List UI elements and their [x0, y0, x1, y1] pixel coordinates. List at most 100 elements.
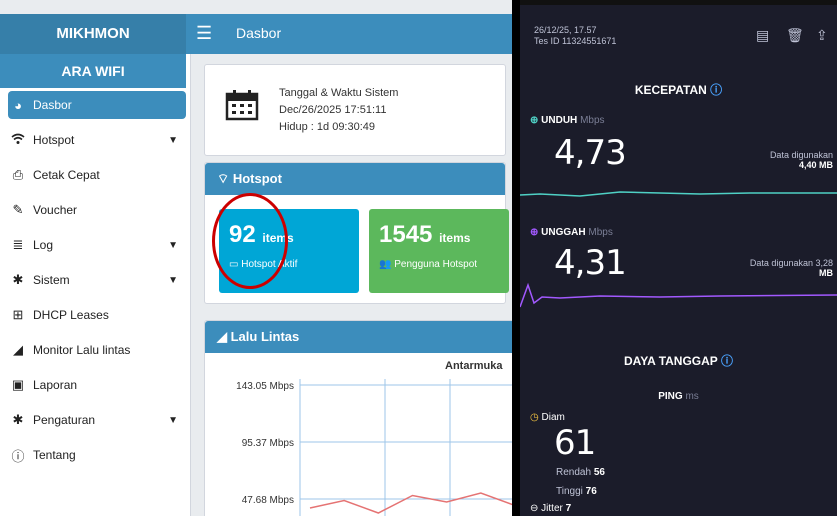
jitter-label: Jitter: [541, 503, 563, 514]
ssid-label: ARA WIFI: [0, 54, 186, 88]
network-icon: ⊞: [12, 307, 24, 322]
share-icon[interactable]: ⇪: [816, 27, 828, 44]
ping-jitter: ⊖ Jitter 7: [530, 503, 571, 514]
info-icon[interactable]: ⓘ: [721, 354, 733, 368]
download-value: 4,73: [554, 133, 627, 173]
download-label: ⊕ UNDUH Mbps: [530, 115, 605, 126]
clock-icon: ◷: [530, 412, 542, 423]
traffic-card: ◢ Lalu Lintas Antarmuka 143.05 Mbps 95.37 …: [204, 320, 512, 516]
wifi-icon: [8, 133, 28, 148]
jitter-icon: ⊖: [530, 503, 542, 514]
main-content: Tanggal & Waktu Sistem Dec/26/2025 17:51…: [196, 54, 512, 516]
sidebar-item-dhcp-leases[interactable]: ⊞ DHCP Leases: [8, 301, 186, 329]
sidebar-item-label: Cetak Cepat: [33, 168, 100, 182]
sidebar: ARA WIFI ◕ Dasbor Hotspot ▼ ⎙ Cetak Cepa…: [0, 54, 191, 516]
printer-icon: ⎙: [12, 167, 24, 182]
test-id: Tes ID 11324551671: [534, 36, 617, 46]
gear-icon: ✱: [12, 272, 24, 287]
hotspot-card-header: ⌔ Hotspot: [205, 163, 505, 195]
brand-logo[interactable]: MIKHMON: [0, 14, 186, 54]
wifi-icon: ⌔: [217, 171, 233, 186]
users-count: 1545: [379, 221, 433, 248]
idle-label: ◷ Diam: [530, 412, 565, 423]
document-icon[interactable]: ▤: [756, 27, 769, 44]
traffic-chart: Antarmuka 143.05 Mbps 95.37 Mbps 47.68 Mbps: [236, 360, 512, 516]
sidebar-item-sistem[interactable]: ✱ Sistem ▼: [8, 266, 186, 294]
caret-down-icon: ▼: [168, 414, 178, 426]
sidebar-item-hotspot[interactable]: Hotspot ▼: [8, 126, 186, 154]
page-title: Dasbor: [236, 25, 282, 41]
upload-graph: [520, 282, 837, 308]
sidebar-item-label: Log: [33, 238, 54, 252]
test-date: 26/12/25, 17.57: [534, 25, 597, 35]
jitter-value: 7: [565, 503, 572, 514]
sidebar-item-label: Hotspot: [33, 133, 75, 147]
red-annotation-circle: [212, 193, 288, 289]
gear-icon: ✱: [12, 412, 24, 427]
idle-label-text: Diam: [541, 412, 565, 423]
ping-label: PING: [658, 391, 683, 402]
sidebar-item-log[interactable]: ≣ Log ▼: [8, 231, 186, 259]
list-icon: ≣: [12, 237, 24, 252]
y-tick-label: 143.05 Mbps: [236, 381, 294, 392]
test-meta: 26/12/25, 17.57 Tes ID 11324551671: [534, 25, 616, 47]
series-line: [309, 492, 512, 514]
low-value: 56: [593, 467, 605, 478]
upload-unit: Mbps: [588, 227, 613, 238]
y-tick-label: 47.68 Mbps: [242, 495, 294, 506]
ticket-icon: ✎: [12, 202, 24, 217]
download-data-label: Data digunakan: [769, 150, 833, 160]
system-time-card: Tanggal & Waktu Sistem Dec/26/2025 17:51…: [204, 64, 506, 156]
caret-down-icon: ▼: [168, 239, 178, 251]
download-label-text: UNDUH: [541, 115, 578, 126]
system-datetime: Dec/26/2025 17:51:11: [279, 104, 387, 116]
sidebar-item-label: Sistem: [33, 273, 70, 287]
mikhmon-window: MIKHMON ☰ Dasbor ARA WIFI ◕ Dasbor Hotsp…: [0, 0, 512, 516]
download-graph: [520, 191, 837, 197]
ping-high: Tinggi 76: [556, 486, 597, 497]
area-chart-icon: ◢: [217, 329, 231, 344]
sidebar-item-label: Tentang: [33, 448, 76, 462]
info-icon[interactable]: ⓘ: [710, 83, 722, 97]
system-uptime: Hidup : 1d 09:30:49: [279, 121, 376, 133]
upload-data-label: Data digunakan 3,28: [749, 258, 833, 268]
dashboard-icon: ◕: [14, 97, 22, 113]
image-separator: [512, 0, 520, 516]
caret-down-icon: ▼: [168, 274, 178, 286]
download-unit: Mbps: [580, 115, 605, 126]
sidebar-item-label: DHCP Leases: [33, 308, 109, 322]
sidebar-item-pengaturan[interactable]: ✱ Pengaturan ▼: [8, 406, 186, 434]
sidebar-item-tentang[interactable]: ⓘ Tentang: [8, 441, 186, 469]
speed-heading: KECEPATAN ⓘ: [520, 81, 837, 98]
hotspot-users-tile[interactable]: 1545 items 👥 Pengguna Hotspot: [369, 209, 509, 293]
sidebar-item-voucher[interactable]: ✎ Voucher: [8, 196, 186, 224]
sidebar-item-cetak-cepat[interactable]: ⎙ Cetak Cepat: [8, 161, 186, 189]
traffic-card-header: ◢ Lalu Lintas: [205, 321, 512, 353]
users-unit: items: [439, 231, 471, 245]
sidebar-item-label: Monitor Lalu lintas: [33, 343, 131, 357]
hamburger-menu-icon[interactable]: ☰: [196, 23, 212, 44]
hotspot-card: ⌔ Hotspot 92 items ▭ Hotspot Aktif 1545 …: [204, 162, 509, 304]
traffic-card-title: Lalu Lintas: [230, 329, 300, 344]
system-time-title: Tanggal & Waktu Sistem: [279, 87, 399, 99]
calendar-icon: [225, 89, 259, 129]
sidebar-item-laporan[interactable]: ▣ Laporan: [8, 371, 186, 399]
download-arrow-icon: ⊕: [530, 115, 542, 126]
users-label: Pengguna Hotspot: [394, 259, 478, 270]
high-value: 76: [585, 486, 597, 497]
sidebar-item-monitor-lalu-lintas[interactable]: ◢ Monitor Lalu lintas: [8, 336, 186, 364]
money-icon: ▣: [11, 377, 25, 392]
sidebar-item-label: Pengaturan: [33, 413, 96, 427]
upload-label: ⊕ UNGGAH Mbps: [530, 227, 613, 238]
ping-unit: ms: [685, 391, 699, 402]
speed-heading-text: KECEPATAN: [634, 83, 707, 97]
users-icon: 👥: [379, 259, 395, 270]
upload-label-text: UNGGAH: [541, 227, 586, 238]
y-tick-label: 95.37 Mbps: [242, 438, 294, 449]
hotspot-card-title: Hotspot: [232, 171, 282, 186]
idle-ping-value: 61: [554, 423, 596, 463]
download-data-used: Data digunakan 4,40 MB: [770, 150, 833, 170]
response-heading-text: DAYA TANGGAP: [624, 354, 718, 368]
trash-icon[interactable]: 🗑: [786, 27, 804, 44]
sidebar-item-dasbor[interactable]: ◕ Dasbor: [8, 91, 186, 119]
